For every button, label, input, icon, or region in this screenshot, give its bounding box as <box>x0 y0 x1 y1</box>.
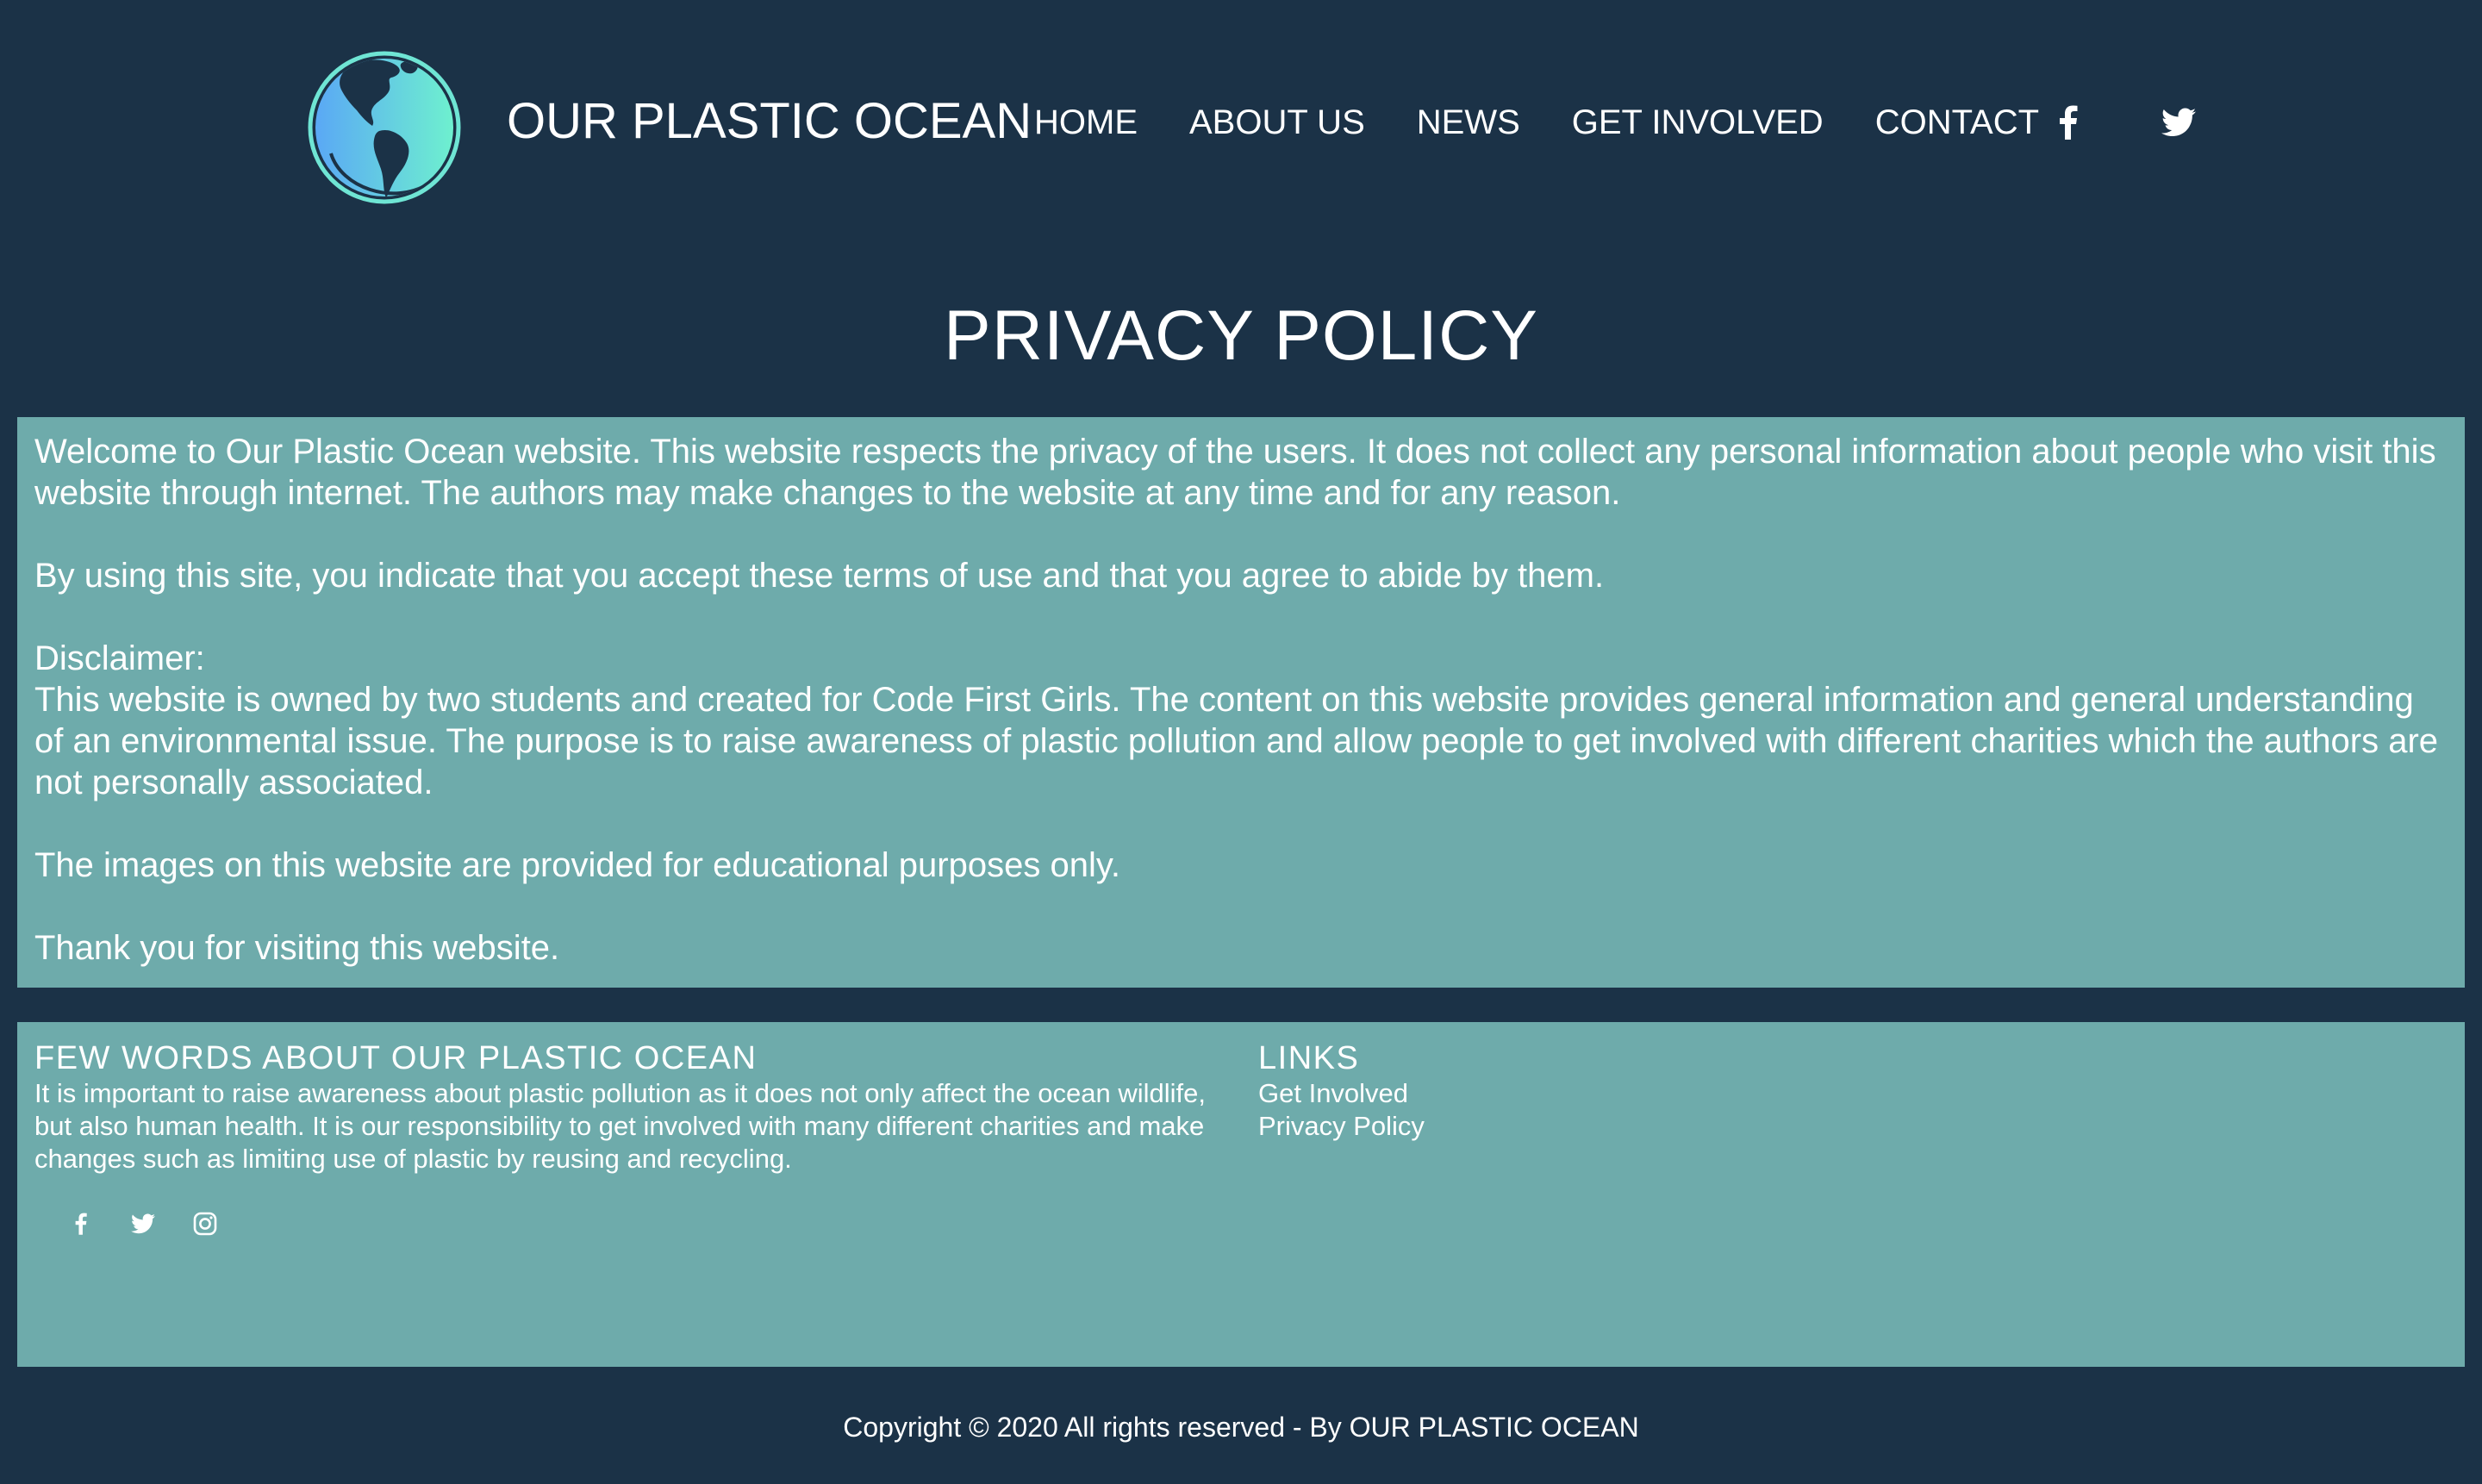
site-title[interactable]: OUR PLASTIC OCEAN <box>507 91 1032 152</box>
facebook-icon[interactable] <box>2048 102 2089 143</box>
policy-content: Welcome to Our Plastic Ocean website. Th… <box>17 417 2465 988</box>
policy-paragraph-thanks: Thank you for visiting this website. <box>34 929 560 967</box>
policy-paragraph-welcome: Welcome to Our Plastic Ocean website. Th… <box>34 433 2436 512</box>
disclaimer-text: This website is owned by two students an… <box>34 681 2439 801</box>
twitter-icon[interactable] <box>129 1210 157 1238</box>
page-title: PRIVACY POLICY <box>944 296 1538 375</box>
copyright-text: Copyright © 2020 All rights reserved - B… <box>843 1412 1639 1443</box>
twitter-icon[interactable] <box>2158 102 2199 143</box>
site-header: OUR PLASTIC OCEAN HOME ABOUT US NEWS GET… <box>0 0 2482 250</box>
globe-icon[interactable] <box>307 50 462 205</box>
nav-contact[interactable]: CONTACT <box>1875 98 2039 147</box>
footer-links-heading: LINKS <box>1258 1040 1360 1076</box>
site-footer: FEW WORDS ABOUT OUR PLASTIC OCEAN It is … <box>17 1022 2465 1367</box>
policy-paragraph-terms: By using this site, you indicate that yo… <box>34 557 1605 595</box>
footer-about-heading: FEW WORDS ABOUT OUR PLASTIC OCEAN <box>34 1040 758 1076</box>
policy-paragraph-images: The images on this website are provided … <box>34 846 1120 884</box>
nav-news[interactable]: NEWS <box>1417 98 1520 147</box>
footer-links: LINKS Get Involved Privacy Policy <box>1258 1039 1948 1143</box>
footer-social-links <box>67 1210 219 1238</box>
facebook-icon[interactable] <box>67 1210 95 1238</box>
footer-about-text: It is important to raise awareness about… <box>34 1078 1207 1174</box>
main-nav: HOME ABOUT US NEWS GET INVOLVED CONTACT <box>1034 98 2039 147</box>
footer-about: FEW WORDS ABOUT OUR PLASTIC OCEAN It is … <box>34 1039 1241 1175</box>
nav-get-involved[interactable]: GET INVOLVED <box>1572 98 1824 147</box>
nav-home[interactable]: HOME <box>1034 98 1138 147</box>
footer-link-privacy-policy[interactable]: Privacy Policy <box>1258 1110 1948 1143</box>
disclaimer-title: Disclaimer: <box>34 639 205 677</box>
footer-link-get-involved[interactable]: Get Involved <box>1258 1077 1948 1110</box>
nav-about-us[interactable]: ABOUT US <box>1189 98 1365 147</box>
instagram-icon[interactable] <box>191 1210 219 1238</box>
